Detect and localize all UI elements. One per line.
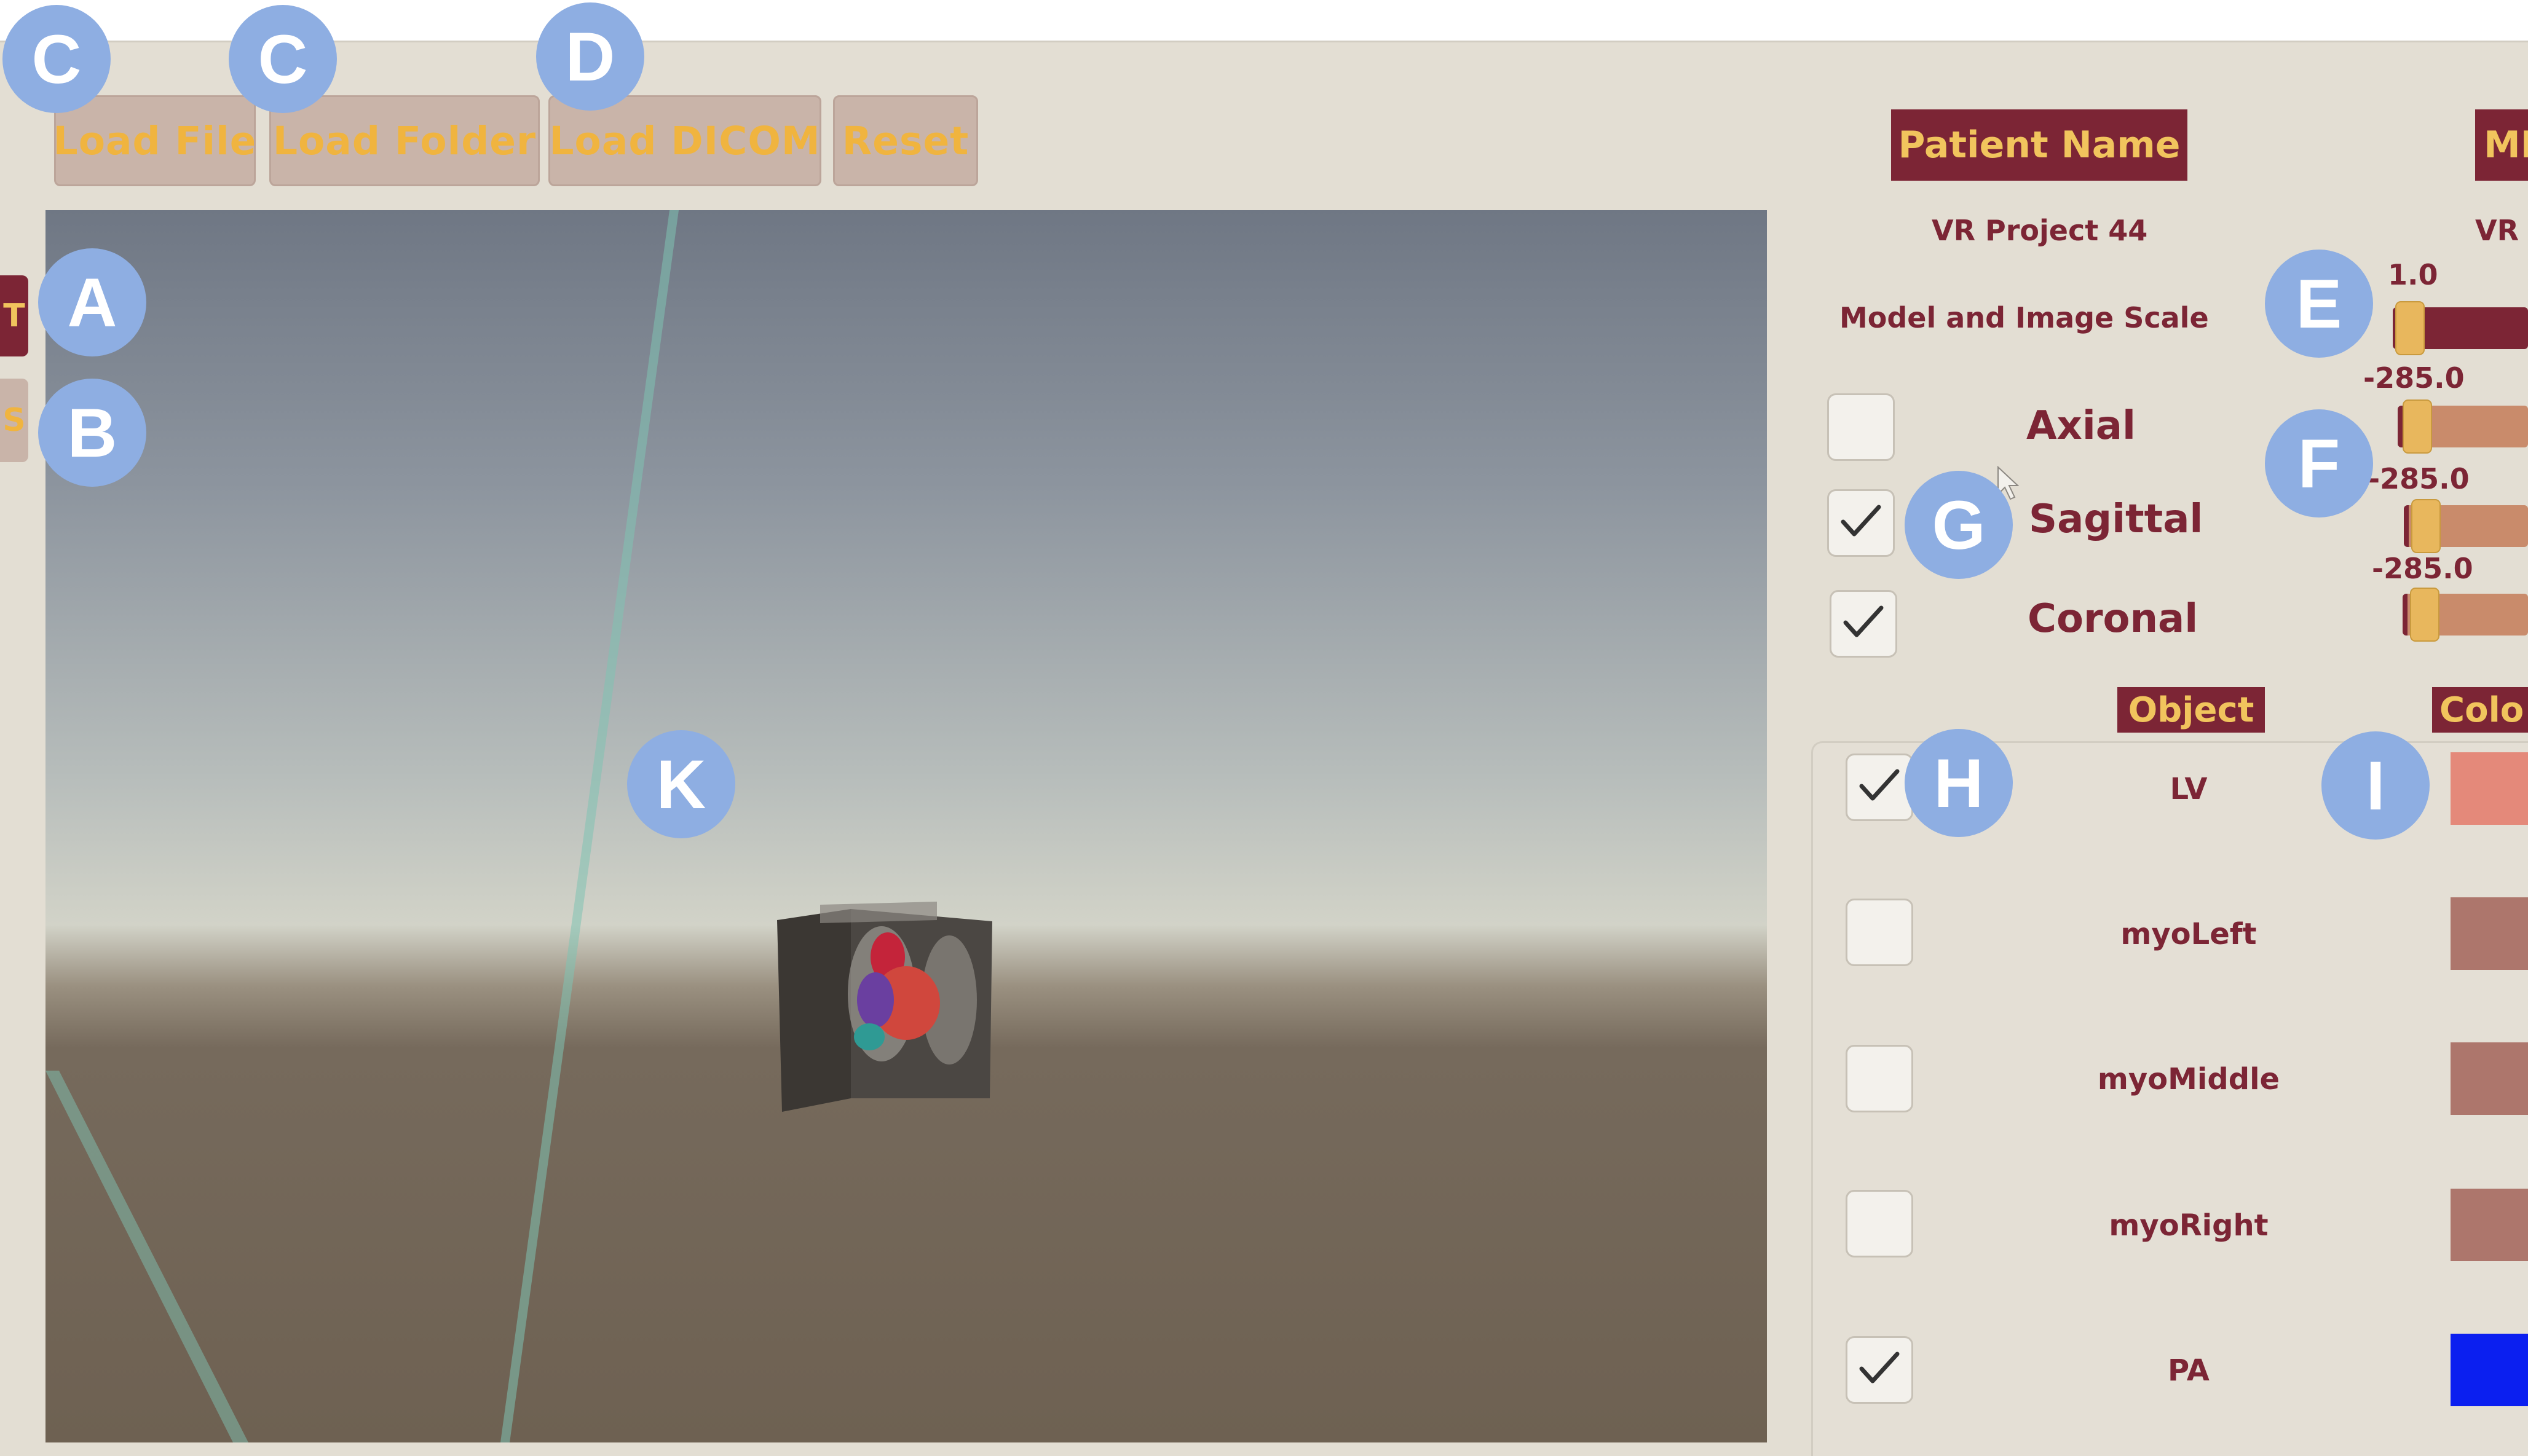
axial-label: Axial: [2026, 403, 2136, 449]
coronal-label: Coronal: [2028, 596, 2198, 642]
myoright-label: myoRight: [2109, 1208, 2269, 1243]
axial-value: -285.0: [2363, 361, 2465, 395]
lv-check-icon: [1858, 768, 1901, 807]
lv-label: LV: [2170, 772, 2208, 806]
coronal-slider-handle[interactable]: [2410, 588, 2439, 642]
3d-viewport[interactable]: [45, 210, 1767, 1442]
coronal-slice: [777, 909, 851, 1112]
pa-shape: [857, 972, 894, 1028]
myoright-checkbox[interactable]: [1846, 1190, 1913, 1257]
ct-slices-model: [777, 902, 992, 1112]
load-folder-button[interactable]: Load Folder: [269, 95, 540, 186]
side-tab-top-label: T: [3, 297, 25, 334]
axial-slice: [820, 902, 937, 923]
sagittal-value: -285.0: [2368, 462, 2470, 495]
mr-label: MR: [2475, 109, 2528, 181]
annotation-marker-g: G: [1905, 471, 2013, 579]
patient-name-label: Patient Name: [1891, 109, 2187, 181]
sagittal-checkbox[interactable]: [1827, 489, 1895, 557]
sagittal-check-icon: [1839, 503, 1882, 543]
axial-slider-handle[interactable]: [2403, 399, 2432, 454]
heart-model[interactable]: [777, 895, 992, 1117]
scale-label: Model and Image Scale: [1839, 301, 2209, 334]
side-tab-bottom-label: S: [2, 402, 26, 439]
scene-lines: [45, 210, 679, 1442]
pa-check-icon: [1858, 1350, 1901, 1390]
pa-checkbox[interactable]: [1846, 1336, 1913, 1404]
myoleft-color-swatch[interactable]: [2451, 897, 2528, 970]
pa-label: PA: [2168, 1353, 2210, 1388]
mr-value: VR: [2475, 214, 2519, 247]
myomiddle-color-swatch[interactable]: [2451, 1042, 2528, 1115]
coronal-checkbox[interactable]: [1830, 590, 1897, 658]
coronal-check-icon: [1842, 604, 1885, 643]
objects-panel: [1811, 741, 2528, 1456]
lv-color-swatch[interactable]: [2451, 752, 2528, 825]
axis-beam-2: [45, 1071, 248, 1442]
reset-button[interactable]: Reset: [833, 95, 978, 186]
myoleft-checkbox[interactable]: [1846, 899, 1913, 966]
patient-name-value: VR Project 44: [1932, 214, 2148, 247]
annotation-marker-k: K: [627, 730, 735, 838]
annotation-marker-e: E: [2265, 250, 2373, 358]
scale-slider-handle[interactable]: [2395, 301, 2425, 355]
vessel-shape: [854, 1023, 885, 1050]
load-file-button[interactable]: Load File: [54, 95, 256, 186]
myomiddle-checkbox[interactable]: [1846, 1045, 1913, 1112]
annotation-marker-b: B: [38, 379, 146, 487]
side-tab-top[interactable]: T: [0, 275, 28, 356]
annotation-marker-f: F: [2265, 409, 2373, 517]
annotation-marker-a: A: [38, 248, 146, 356]
sagittal-slider-handle[interactable]: [2411, 499, 2441, 553]
sagittal-label: Sagittal: [2029, 497, 2203, 542]
annotation-marker-d: D: [536, 2, 644, 111]
annotation-marker-c-2: C: [229, 5, 337, 113]
annotation-marker-c-1: C: [2, 5, 111, 113]
color-column-header: Colo: [2432, 687, 2528, 733]
axial-checkbox[interactable]: [1827, 393, 1895, 461]
side-tab-bottom[interactable]: S: [0, 379, 28, 462]
myomiddle-label: myoMiddle: [2097, 1062, 2280, 1096]
object-column-header: Object: [2117, 687, 2265, 733]
annotation-marker-h: H: [1905, 729, 2013, 837]
pa-color-swatch[interactable]: [2451, 1334, 2528, 1406]
lv-checkbox[interactable]: [1846, 754, 1913, 821]
coronal-value: -285.0: [2372, 552, 2473, 585]
myoleft-label: myoLeft: [2120, 917, 2257, 951]
annotation-marker-i: I: [2321, 731, 2430, 840]
myoright-color-swatch[interactable]: [2451, 1189, 2528, 1261]
scale-value: 1.0: [2388, 258, 2438, 291]
